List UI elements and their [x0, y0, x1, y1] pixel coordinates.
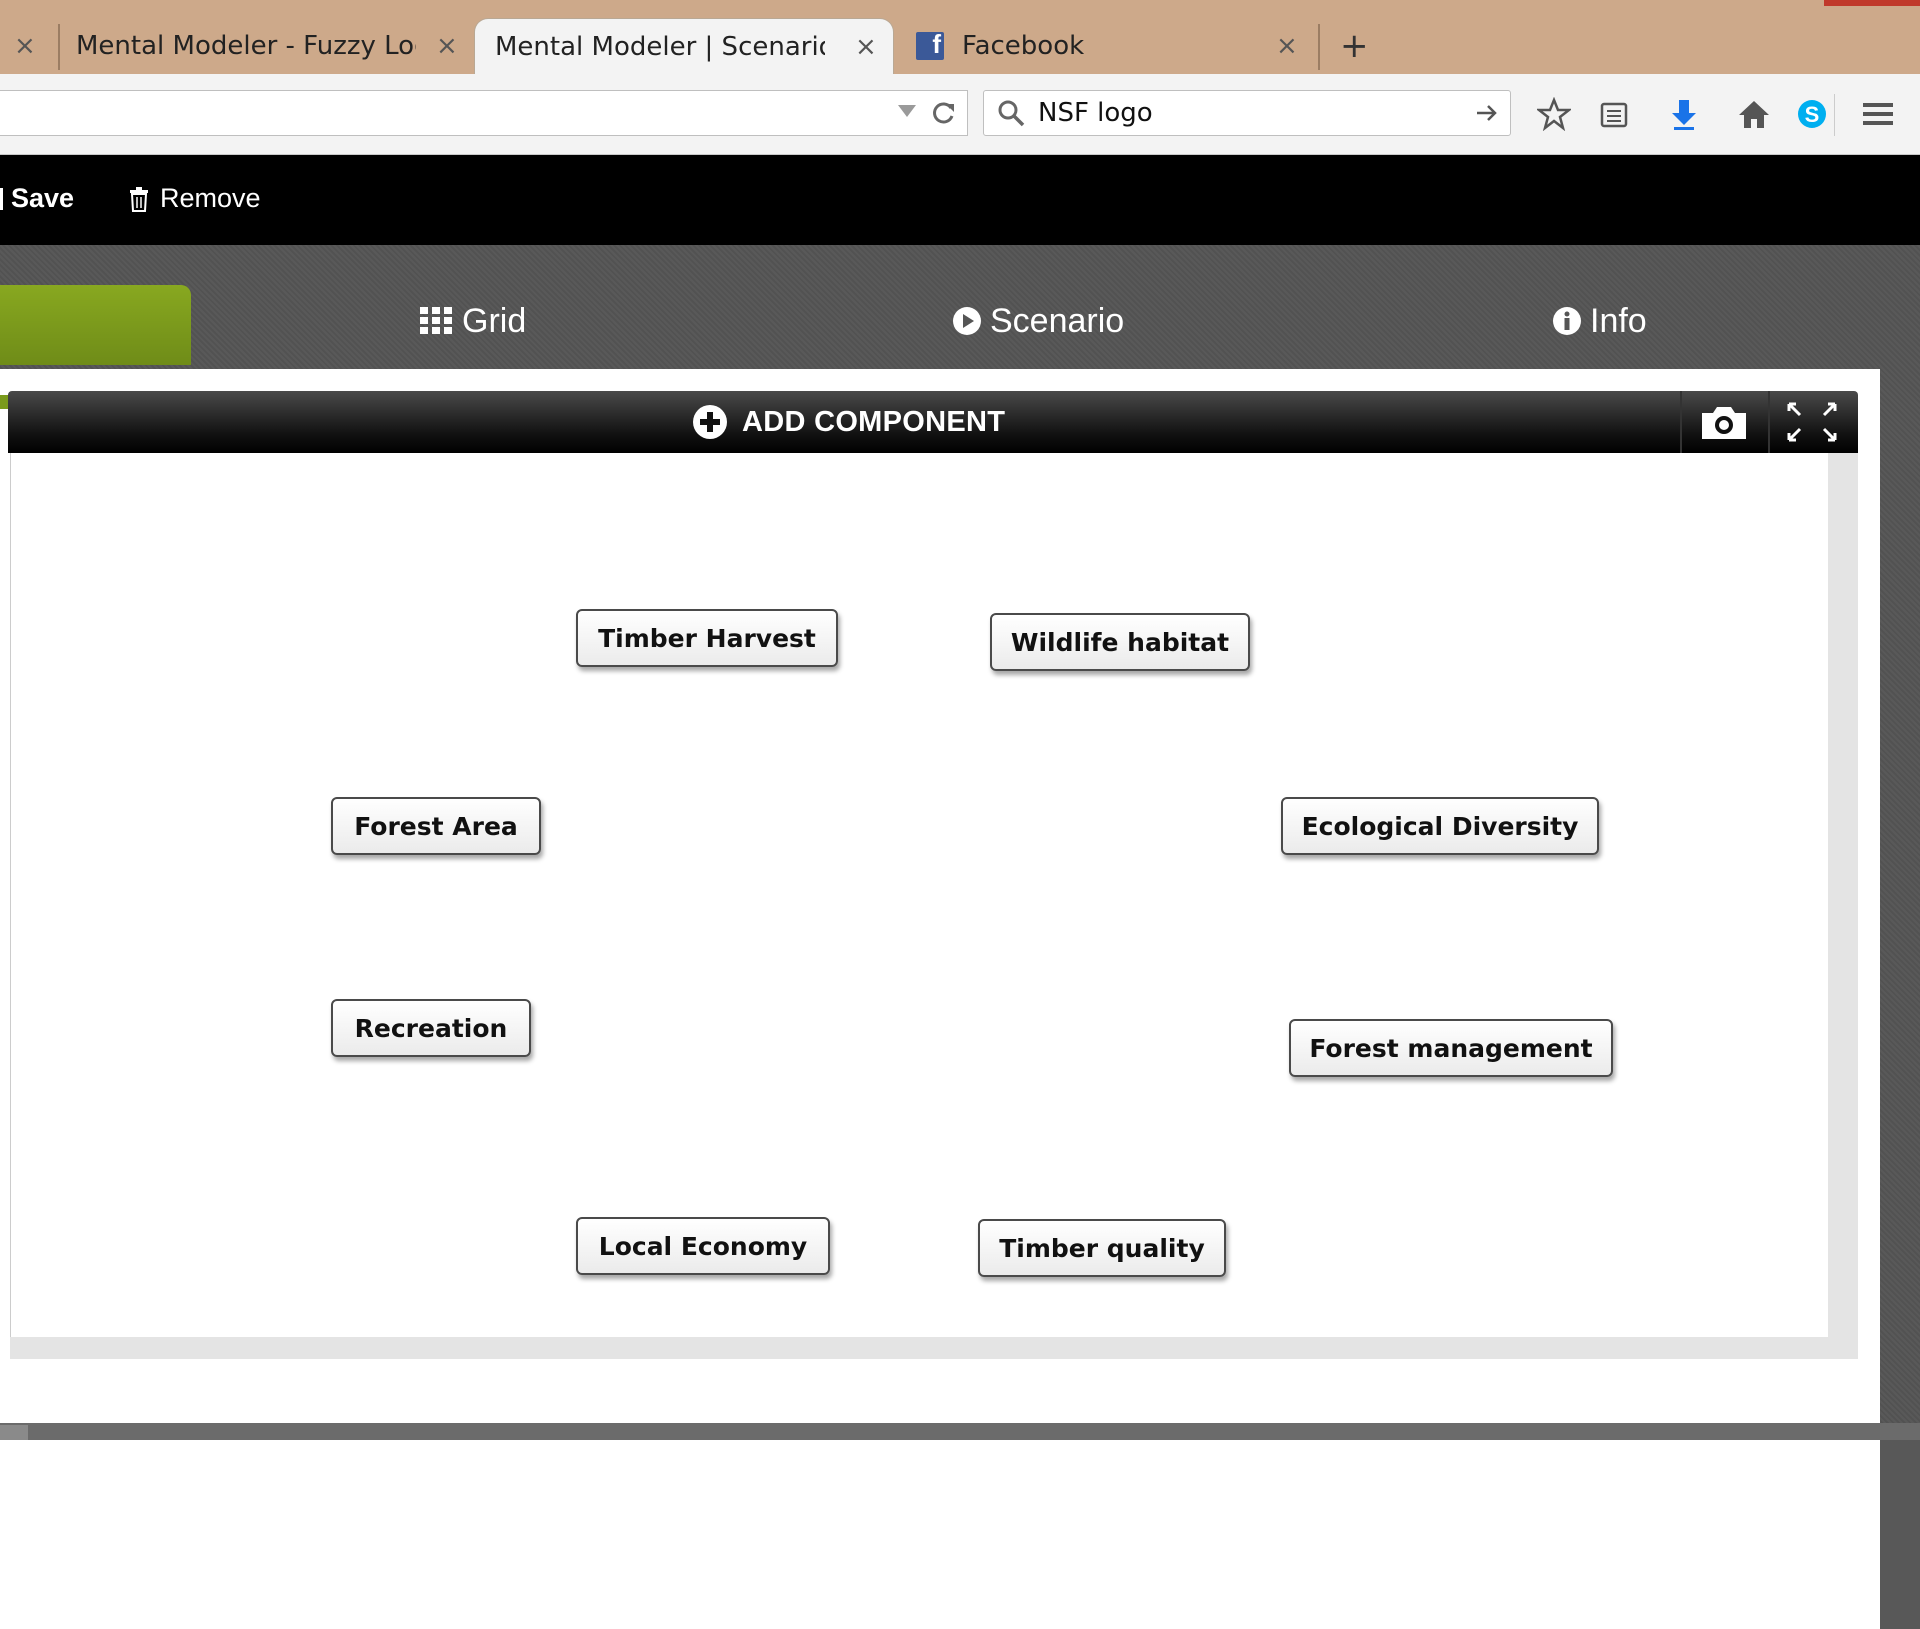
bottom-bar	[0, 1423, 1920, 1440]
tab-separator	[58, 24, 60, 70]
search-icon	[998, 100, 1025, 127]
node-recreation[interactable]: Recreation	[331, 999, 531, 1057]
horizontal-scrollbar[interactable]	[10, 1337, 1828, 1359]
tab-grid-label: Grid	[462, 301, 527, 340]
url-bar[interactable]	[0, 90, 968, 136]
model-canvas[interactable]: Timber Harvest Wildlife habitat Forest A…	[10, 453, 1829, 1337]
app-toolbar: Save Remove	[0, 155, 1920, 245]
plus-icon: +	[1340, 26, 1369, 66]
tab-model[interactable]	[0, 285, 191, 365]
save-icon	[0, 187, 3, 210]
vertical-scrollbar[interactable]	[1828, 453, 1858, 1359]
arrow-right-icon[interactable]	[1474, 100, 1500, 126]
history-dropdown-icon[interactable]	[898, 105, 916, 117]
menu-icon[interactable]	[1858, 94, 1898, 134]
tab-info[interactable]: Info	[1552, 285, 1647, 357]
tab-title: Mental Modeler | Scenario	[495, 32, 825, 62]
node-local-economy[interactable]: Local Economy	[576, 1217, 830, 1275]
close-icon[interactable]: ×	[855, 32, 877, 62]
window-control-edge[interactable]	[1824, 0, 1920, 6]
reading-list-icon[interactable]	[1594, 94, 1634, 134]
bookmark-star-icon[interactable]	[1534, 94, 1574, 134]
download-icon[interactable]	[1664, 94, 1704, 134]
tab-scenario-label: Scenario	[990, 301, 1125, 340]
play-circle-icon	[953, 307, 981, 335]
reload-icon[interactable]	[930, 99, 958, 127]
close-icon[interactable]: ×	[436, 31, 458, 61]
browser-nav-bar: NSF logo S	[0, 74, 1920, 155]
home-icon[interactable]	[1734, 94, 1774, 134]
browser-tab-strip: × Mental Modeler - Fuzzy Logic ... × Men…	[0, 0, 1920, 75]
save-button[interactable]: Save	[0, 183, 74, 214]
node-timber-harvest[interactable]: Timber Harvest	[576, 609, 838, 667]
tab-title: Facebook	[962, 31, 1085, 61]
fullscreen-button[interactable]	[1786, 401, 1838, 448]
new-tab-button[interactable]: +	[1340, 18, 1370, 74]
search-input[interactable]: NSF logo	[1038, 98, 1153, 128]
canvas-header-bar: ADD COMPONENT	[8, 391, 1858, 453]
skype-icon[interactable]: S	[1792, 94, 1832, 134]
svg-text:S: S	[1805, 102, 1820, 127]
plus-circle-icon	[693, 405, 727, 439]
remove-label: Remove	[160, 183, 261, 213]
nav-divider	[1834, 94, 1835, 136]
save-label: Save	[11, 183, 75, 213]
tab-close-partial[interactable]: ×	[14, 18, 36, 74]
bottom-scroll-thumb[interactable]	[0, 1425, 28, 1440]
tab-separator	[1318, 24, 1320, 70]
tab-info-label: Info	[1590, 301, 1647, 340]
tab-title: Mental Modeler - Fuzzy Logic ...	[76, 31, 416, 61]
node-wildlife-habitat[interactable]: Wildlife habitat	[990, 613, 1250, 671]
node-timber-quality[interactable]: Timber quality	[978, 1219, 1226, 1277]
remove-button[interactable]: Remove	[128, 183, 261, 214]
main-area: Grid Scenario Info ADD COMPONENT Timber …	[0, 245, 1920, 1629]
header-divider	[1680, 391, 1682, 453]
trash-icon	[130, 186, 148, 212]
facebook-icon: f	[916, 29, 944, 60]
tab-mental-modeler-fuzzy[interactable]: Mental Modeler - Fuzzy Logic ... ×	[62, 18, 462, 74]
grid-icon	[420, 307, 452, 334]
tab-scenario[interactable]: Scenario	[952, 285, 1124, 357]
camera-icon	[1702, 407, 1746, 439]
info-icon	[1553, 307, 1581, 335]
expand-icon	[1787, 402, 1837, 442]
screenshot-button[interactable]	[1698, 403, 1750, 448]
node-ecological-diversity[interactable]: Ecological Diversity	[1281, 797, 1599, 855]
add-component-label: ADD COMPONENT	[742, 405, 1006, 438]
node-forest-management[interactable]: Forest management	[1289, 1019, 1613, 1077]
close-icon[interactable]: ×	[1276, 31, 1298, 61]
tab-facebook[interactable]: f Facebook ×	[904, 18, 1320, 74]
node-forest-area[interactable]: Forest Area	[331, 797, 541, 855]
add-component-button[interactable]: ADD COMPONENT	[692, 391, 1005, 453]
close-icon[interactable]: ×	[14, 31, 36, 61]
green-accent	[0, 395, 8, 409]
header-divider	[1768, 391, 1770, 453]
tab-mental-modeler-scenario[interactable]: Mental Modeler | Scenario ×	[474, 18, 894, 75]
tab-grid[interactable]: Grid	[420, 285, 526, 357]
search-bar[interactable]: NSF logo	[983, 90, 1511, 136]
